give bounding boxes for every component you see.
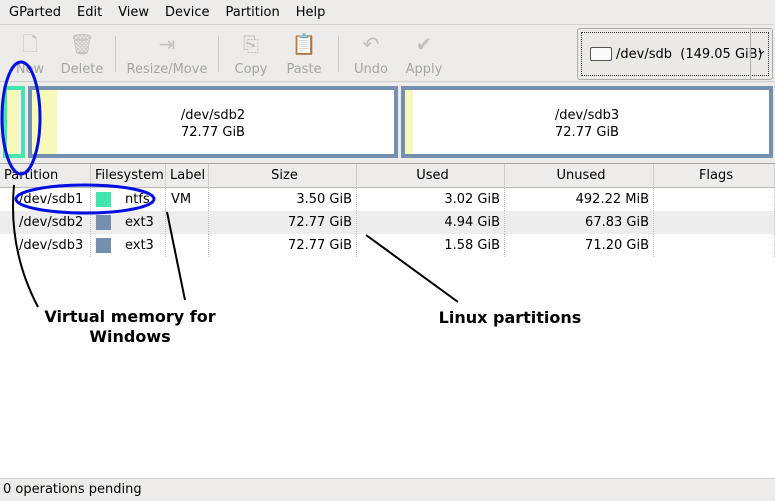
map-size: 72.77 GiB [181,125,245,140]
device-name: /dev/sdb [616,46,672,62]
menu-device[interactable]: Device [157,5,217,20]
menu-edit[interactable]: Edit [69,5,110,20]
col-used[interactable]: Used [357,164,505,188]
paste-button[interactable]: 📋 Paste [284,32,324,77]
cell-text: 71.20 GiB [585,238,649,253]
status-bar: 0 operations pending [0,478,775,500]
map-size: 72.77 GiB [555,125,619,140]
copy-button[interactable]: ⎘ Copy [231,32,271,77]
undo-button[interactable]: ↶ Undo [352,32,390,77]
cell-text: /dev/sdb1 [19,192,84,207]
cell-text: ntfs [125,192,150,207]
cell-text: /dev/sdb3 [19,238,84,253]
annotation-vm: Virtual memory for Windows [44,307,216,346]
cell-used: 3.02 GiB [357,188,505,211]
apply-button[interactable]: ✔ Apply [404,32,444,77]
cell-fs: ext3 [91,211,166,234]
cell-size: 72.77 GiB [209,234,357,257]
partition-map-sdb3[interactable]: /dev/sdb3 72.77 GiB [401,86,773,158]
paste-icon: 📋 [291,32,317,56]
map-label: /dev/sdb3 [554,108,620,123]
cell-flags [654,188,775,211]
partition-map-sdb1[interactable] [3,86,25,158]
cell-text: 1.58 GiB [444,238,500,253]
cell-text: 492.22 MiB [575,192,649,207]
separator [338,36,339,72]
partition-map-sdb2[interactable]: /dev/sdb2 72.77 GiB [28,86,398,158]
fs-color-swatch [96,192,111,207]
col-size[interactable]: Size [209,164,357,188]
cell-size: 3.50 GiB [209,188,357,211]
cell-partition: /dev/sdb1 [0,188,91,211]
undo-icon: ↶ [362,32,380,56]
cell-text: ext3 [125,238,154,253]
cell-text: VM [171,192,192,207]
cell-unused: 71.20 GiB [505,234,654,257]
new-icon: 🗋 [21,32,39,56]
menu-view[interactable]: View [110,5,157,20]
cell-label: VM [166,188,209,211]
menubar: GParted Edit View Device Partition Help [0,0,775,25]
cell-flags [654,211,775,234]
separator [115,36,116,72]
cell-partition: /dev/sdb2 [0,211,91,234]
new-button[interactable]: 🗋 New [12,32,48,77]
menu-help[interactable]: Help [288,5,334,20]
cell-text: /dev/sdb2 [19,215,84,230]
cell-used: 4.94 GiB [357,211,505,234]
cell-text: 72.77 GiB [288,215,352,230]
cell-text: 4.94 GiB [444,215,500,230]
checkmark-icon: ✔ [415,32,433,56]
cell-text: 72.77 GiB [288,238,352,253]
resize-move-button[interactable]: ⇥ Resize/Move [126,32,208,77]
cell-text: ext3 [125,215,154,230]
col-unused[interactable]: Unused [505,164,654,188]
copy-icon: ⎘ [243,32,259,56]
delete-button[interactable]: 🗑 Delete [58,32,106,77]
col-flags[interactable]: Flags [654,164,775,188]
cell-size: 72.77 GiB [209,211,357,234]
separator [218,36,219,72]
table-row[interactable]: /dev/sdb1 ntfs VM 3.50 GiB 3.02 GiB 492.22 Mi… [0,188,775,211]
annotation-linux: Linux partitions [438,308,582,327]
harddisk-icon [590,47,612,61]
device-selector[interactable]: /dev/sdb (149.05 GiB) ⌄ [577,28,773,80]
cell-text: 3.02 GiB [444,192,500,207]
fs-color-swatch [96,238,111,253]
cell-fs: ext3 [91,234,166,257]
col-label[interactable]: Label [166,164,209,188]
cell-fs: ntfs [91,188,166,211]
cell-unused: 492.22 MiB [505,188,654,211]
col-partition[interactable]: Partition [0,164,91,188]
cell-label [166,211,209,234]
cell-unused: 67.83 GiB [505,211,654,234]
fs-color-swatch [96,215,111,230]
cell-text: 3.50 GiB [296,192,352,207]
menu-partition[interactable]: Partition [218,5,288,20]
cell-label [166,234,209,257]
map-label: /dev/sdb2 [180,108,246,123]
table-row[interactable]: /dev/sdb3 ext3 72.77 GiB 1.58 GiB 71.20 GiB [0,234,775,257]
resize-icon: ⇥ [158,32,176,56]
table-row[interactable]: /dev/sdb2 ext3 72.77 GiB 4.94 GiB 67.83 GiB [0,211,775,234]
trash-icon: 🗑 [69,32,95,56]
cell-used: 1.58 GiB [357,234,505,257]
chevron-down-icon[interactable]: ⌄ [750,29,772,79]
col-filesystem[interactable]: Filesystem [91,164,166,188]
cell-flags [654,234,775,257]
cell-text: 67.83 GiB [585,215,649,230]
menu-gparted[interactable]: GParted [0,5,69,20]
cell-partition: /dev/sdb3 [0,234,91,257]
